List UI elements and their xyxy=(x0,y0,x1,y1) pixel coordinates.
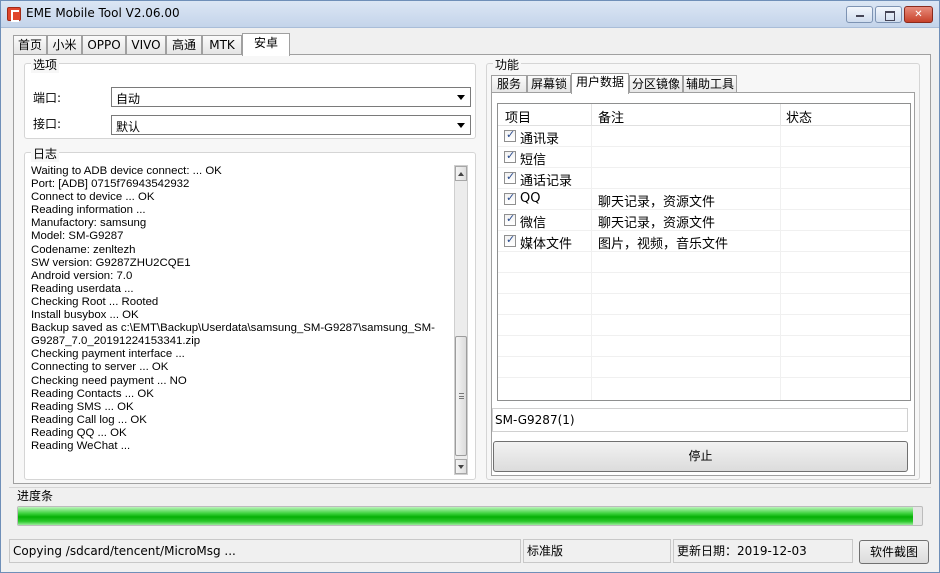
empty-row xyxy=(498,252,910,273)
maximize-button[interactable] xyxy=(875,6,902,23)
column-item[interactable]: 项目 xyxy=(505,107,531,126)
log-group-label: 日志 xyxy=(31,145,60,162)
column-divider[interactable] xyxy=(591,104,592,126)
item-name: QQ xyxy=(520,191,541,206)
progress-label: 进度条 xyxy=(17,489,54,503)
tab-qualcomm[interactable]: 高通 xyxy=(166,35,202,55)
item-name: 媒体文件 xyxy=(520,237,573,252)
scroll-down-button[interactable] xyxy=(455,459,467,474)
log-output[interactable]: Waiting to ADB device connect: ... OK Po… xyxy=(31,165,441,453)
list-item[interactable]: QQ 聊天记录，资源文件 xyxy=(498,189,910,210)
stop-button[interactable]: 停止 xyxy=(493,441,908,472)
title-bar[interactable]: EME Mobile Tool V2.06.00 ✕ xyxy=(1,1,939,28)
minimize-button[interactable] xyxy=(846,6,873,23)
grip-icon xyxy=(459,393,464,399)
android-tab-page: 选项 端口: 自动 接口: 默认 日志 Waiting to ADB devic… xyxy=(13,54,931,484)
list-header: 项目 备注 状态 xyxy=(498,104,910,126)
checkbox[interactable] xyxy=(504,149,516,163)
port-label: 端口: xyxy=(33,91,62,105)
item-note: 聊天记录，资源文件 xyxy=(598,216,716,231)
app-logo-icon xyxy=(7,7,21,22)
checkbox[interactable] xyxy=(504,191,516,205)
tab-helper-tools[interactable]: 辅助工具 xyxy=(683,75,737,93)
close-button[interactable]: ✕ xyxy=(904,6,933,23)
tab-oppo[interactable]: OPPO xyxy=(82,35,126,55)
tab-mtk[interactable]: MTK xyxy=(202,35,242,55)
item-name: 短信 xyxy=(520,153,547,168)
tab-xiaomi[interactable]: 小米 xyxy=(47,35,82,55)
checkbox[interactable] xyxy=(504,212,516,226)
device-field[interactable]: SM-G9287(1) xyxy=(492,408,908,432)
item-name: 通讯录 xyxy=(520,132,560,147)
interface-label: 接口: xyxy=(33,117,62,131)
interface-select[interactable]: 默认 xyxy=(111,115,471,135)
log-group: 日志 Waiting to ADB device connect: ... OK… xyxy=(24,145,476,480)
update-date: 更新日期：2019-12-03 xyxy=(673,539,853,563)
port-select[interactable]: 自动 xyxy=(111,87,471,107)
empty-row xyxy=(498,336,910,357)
tab-partition-image[interactable]: 分区镜像 xyxy=(629,75,683,93)
tab-service[interactable]: 服务 xyxy=(491,75,527,93)
tab-user-data[interactable]: 用户数据 xyxy=(571,73,629,94)
tab-android[interactable]: 安卓 xyxy=(242,33,290,56)
window-title: EME Mobile Tool V2.06.00 xyxy=(26,6,180,20)
chevron-down-icon xyxy=(457,95,465,100)
port-value: 自动 xyxy=(116,92,141,106)
user-data-page: 项目 备注 状态 通讯录 短信 xyxy=(491,92,915,476)
snapshot-button[interactable]: 软件截图 xyxy=(859,540,929,564)
status-message: Copying /sdcard/tencent/MicroMsg ... xyxy=(9,539,521,563)
checkbox[interactable] xyxy=(504,170,516,184)
edition-label: 标准版 xyxy=(523,539,671,563)
user-data-list[interactable]: 项目 备注 状态 通讯录 短信 xyxy=(497,103,911,401)
tab-screen-lock[interactable]: 屏幕锁 xyxy=(527,75,571,93)
chevron-down-icon xyxy=(457,123,465,128)
item-name: 通话记录 xyxy=(520,174,573,189)
interface-value: 默认 xyxy=(116,120,141,134)
column-divider[interactable] xyxy=(780,104,781,126)
function-group-label: 功能 xyxy=(493,56,522,73)
options-group-label: 选项 xyxy=(31,56,60,73)
checkbox[interactable] xyxy=(504,233,516,247)
app-window: EME Mobile Tool V2.06.00 ✕ 首页 小米 OPPO VI… xyxy=(0,0,940,573)
close-icon: ✕ xyxy=(914,9,923,20)
function-group: 功能 服务 屏幕锁 用户数据 分区镜像 辅助工具 项目 备注 状态 ✓ 通讯录 … xyxy=(486,56,920,480)
scroll-up-button[interactable] xyxy=(455,166,467,181)
list-item[interactable]: 通讯录 xyxy=(498,126,910,147)
list-item[interactable]: 媒体文件 图片，视频，音乐文件 xyxy=(498,231,910,252)
empty-row xyxy=(498,357,910,378)
arrow-up-icon xyxy=(458,172,464,176)
list-item[interactable]: 通话记录 xyxy=(498,168,910,189)
list-item[interactable]: 短信 xyxy=(498,147,910,168)
arrow-down-icon xyxy=(458,465,464,469)
empty-row xyxy=(498,273,910,294)
progress-fill xyxy=(18,507,913,525)
column-status[interactable]: 状态 xyxy=(786,107,812,126)
device-value: SM-G9287(1) xyxy=(495,413,575,427)
item-note: 图片，视频，音乐文件 xyxy=(598,237,729,252)
tab-vivo[interactable]: VIVO xyxy=(126,35,166,55)
progress-group: 进度条 xyxy=(9,487,931,531)
checkbox[interactable] xyxy=(504,128,516,142)
progress-bar xyxy=(17,506,923,526)
log-scrollbar[interactable] xyxy=(454,165,468,475)
list-item[interactable]: 微信 聊天记录，资源文件 xyxy=(498,210,910,231)
item-name: 微信 xyxy=(520,216,547,231)
column-note[interactable]: 备注 xyxy=(598,107,624,126)
item-note: 聊天记录，资源文件 xyxy=(598,195,716,210)
tab-home[interactable]: 首页 xyxy=(13,35,47,55)
empty-row xyxy=(498,315,910,336)
options-group: 选项 端口: 自动 接口: 默认 xyxy=(24,56,476,139)
empty-row xyxy=(498,294,910,315)
minimize-icon xyxy=(847,7,872,22)
maximize-icon xyxy=(876,7,901,22)
scroll-thumb[interactable] xyxy=(455,336,467,456)
